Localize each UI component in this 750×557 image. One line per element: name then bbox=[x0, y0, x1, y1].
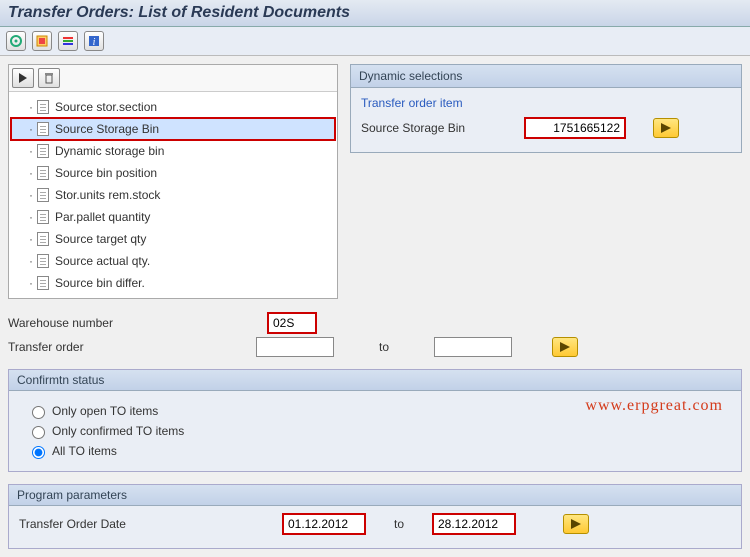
stripes-icon[interactable] bbox=[58, 31, 78, 51]
date-to-word: to bbox=[369, 517, 429, 531]
date-to-input[interactable] bbox=[433, 514, 515, 534]
document-icon bbox=[37, 232, 49, 246]
tree-item[interactable]: · Par.pallet quantity bbox=[11, 206, 335, 228]
program-parameters-group: Program parameters Transfer Order Date t… bbox=[8, 484, 742, 549]
tree-list: ·Source stor.section·Source Storage Bin·… bbox=[9, 92, 337, 298]
document-icon bbox=[37, 100, 49, 114]
tree-item-label: Stor.units rem.stock bbox=[55, 186, 160, 204]
svg-text:i: i bbox=[93, 37, 96, 47]
radio-all-to[interactable] bbox=[32, 446, 45, 459]
tree-bullet: · bbox=[29, 274, 33, 292]
tree-bullet: · bbox=[29, 208, 33, 226]
document-icon bbox=[37, 144, 49, 158]
radio-confirmed-to-label: Only confirmed TO items bbox=[52, 424, 184, 438]
tree-item[interactable]: · Source bin position bbox=[11, 162, 335, 184]
tree-item-label: Source bin differ. bbox=[55, 274, 145, 292]
document-icon bbox=[37, 210, 49, 224]
info-icon[interactable]: i bbox=[84, 31, 104, 51]
variant-icon[interactable] bbox=[32, 31, 52, 51]
source-storage-bin-label: Source Storage Bin bbox=[361, 121, 521, 135]
document-icon bbox=[37, 276, 49, 290]
app-toolbar: i bbox=[0, 27, 750, 56]
tree-item[interactable]: · Source bin differ. bbox=[11, 272, 335, 294]
transfer-order-date-label: Transfer Order Date bbox=[19, 517, 169, 531]
execute-icon[interactable] bbox=[6, 31, 26, 51]
warehouse-number-input[interactable] bbox=[268, 313, 316, 333]
transfer-order-from-input[interactable] bbox=[256, 337, 334, 357]
delete-tree-button[interactable] bbox=[38, 68, 60, 88]
window-title: Transfer Orders: List of Resident Docume… bbox=[0, 0, 750, 27]
tree-item-label: Source Storage Bin bbox=[55, 120, 159, 138]
tree-bullet: · bbox=[29, 142, 33, 160]
radio-all-to-label: All TO items bbox=[52, 444, 117, 458]
confirm-status-body: Only open TO items Only confirmed TO ite… bbox=[9, 391, 741, 471]
tree-item-label: Source actual qty. bbox=[55, 252, 150, 270]
tree-bullet: · bbox=[29, 98, 33, 116]
document-icon bbox=[37, 166, 49, 180]
multi-select-button-to[interactable] bbox=[552, 337, 578, 357]
watermark: www.erpgreat.com bbox=[585, 397, 723, 415]
panel-header: Dynamic selections bbox=[351, 65, 741, 88]
tree-item-label: Source stor.section bbox=[55, 98, 157, 116]
warehouse-number-label: Warehouse number bbox=[8, 316, 148, 330]
document-icon bbox=[37, 254, 49, 268]
tree-bullet: · bbox=[29, 252, 33, 270]
tree-item[interactable]: · Source Storage Bin bbox=[11, 118, 335, 140]
tree-bullet: · bbox=[29, 120, 33, 138]
dynamic-selections-panel: Dynamic selections Transfer order item S… bbox=[350, 64, 742, 153]
tree-item[interactable]: · Stor.units rem.stock bbox=[11, 184, 335, 206]
tree-item[interactable]: · Source stor.section bbox=[11, 96, 335, 118]
transfer-order-label: Transfer order bbox=[8, 340, 148, 354]
document-icon bbox=[37, 122, 49, 136]
radio-open-to-label: Only open TO items bbox=[52, 404, 158, 418]
run-tree-button[interactable] bbox=[12, 68, 34, 88]
radio-confirmed-to[interactable] bbox=[32, 426, 45, 439]
tree-item[interactable]: · Source target qty bbox=[11, 228, 335, 250]
confirm-status-title: Confirmtn status bbox=[9, 370, 741, 391]
multi-select-button-date[interactable] bbox=[563, 514, 589, 534]
tree-bullet: · bbox=[29, 186, 33, 204]
tree-panel: ·Source stor.section·Source Storage Bin·… bbox=[8, 64, 338, 299]
tree-bullet: · bbox=[29, 230, 33, 248]
confirm-status-group: Confirmtn status Only open TO items Only… bbox=[8, 369, 742, 472]
tree-item-label: Source bin position bbox=[55, 164, 157, 182]
document-icon bbox=[37, 188, 49, 202]
radio-open-to[interactable] bbox=[32, 406, 45, 419]
tree-item-label: Dynamic storage bin bbox=[55, 142, 164, 160]
transfer-order-to-input[interactable] bbox=[434, 337, 512, 357]
tree-bullet: · bbox=[29, 164, 33, 182]
tree-item-label: Par.pallet quantity bbox=[55, 208, 150, 226]
tree-item[interactable]: · Source actual qty. bbox=[11, 250, 335, 272]
tree-item[interactable]: · Dynamic storage bin bbox=[11, 140, 335, 162]
panel-subtitle: Transfer order item bbox=[361, 96, 731, 110]
tree-item-label: Source target qty bbox=[55, 230, 146, 248]
program-parameters-title: Program parameters bbox=[9, 485, 741, 506]
multi-select-button[interactable] bbox=[653, 118, 679, 138]
source-storage-bin-input[interactable] bbox=[525, 118, 625, 138]
date-from-input[interactable] bbox=[283, 514, 365, 534]
to-word: to bbox=[334, 340, 434, 354]
